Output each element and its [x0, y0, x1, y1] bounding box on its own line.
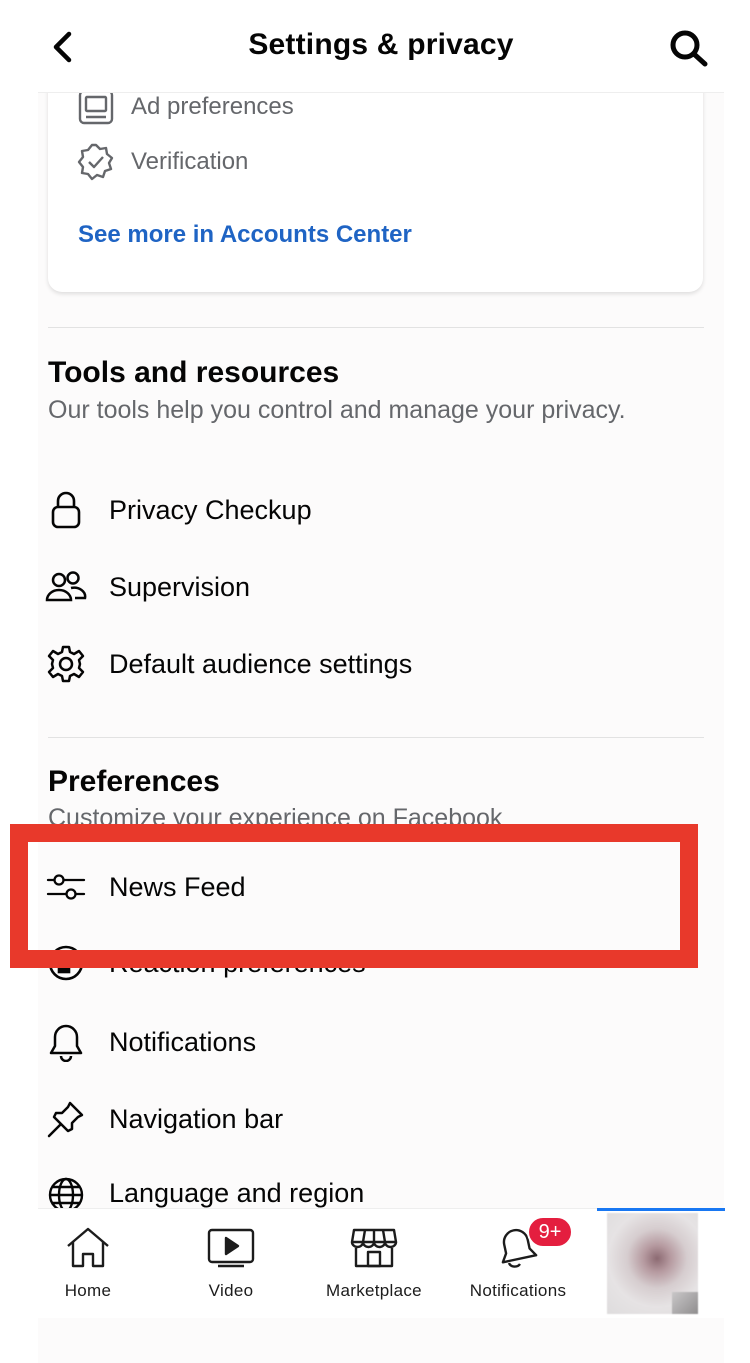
tools-section-subtitle: Our tools help you control and manage yo…	[48, 396, 626, 424]
chevron-left-icon	[48, 31, 78, 70]
section-divider	[48, 327, 704, 328]
menu-item-label: Language and region	[109, 1178, 365, 1208]
menu-item-label: Supervision	[109, 571, 251, 602]
preferences-section-subtitle: Customize your experience on Facebook	[48, 804, 503, 827]
profile-avatar[interactable]	[607, 1213, 698, 1314]
menu-item-news-feed[interactable]: News Feed	[44, 864, 246, 910]
nav-tab-label: Video	[208, 1281, 254, 1300]
active-tab-indicator	[597, 1208, 725, 1211]
menu-item-label: Privacy Checkup	[109, 494, 312, 525]
nav-tab-home[interactable]: Home	[18, 1209, 158, 1319]
nav-tab-label: Notifications	[469, 1281, 567, 1300]
card-item-label: Ad preferences	[131, 93, 294, 120]
pin-icon	[44, 1097, 88, 1141]
lock-icon	[44, 488, 88, 532]
card-item-label: Verification	[131, 148, 249, 175]
menu-item-label: Default audience settings	[109, 648, 413, 679]
menu-item-supervision[interactable]: Supervision	[44, 564, 250, 610]
menu-item-language-region[interactable]: Language and region	[44, 1173, 364, 1208]
accounts-center-link[interactable]: See more in Accounts Center	[78, 221, 412, 249]
bell-icon	[44, 1020, 88, 1064]
menu-item-notifications[interactable]: Notifications	[44, 1019, 256, 1065]
top-bar: Settings & privacy	[38, 0, 724, 93]
card-item-verification[interactable]: Verification	[76, 142, 248, 182]
globe-icon	[44, 1173, 88, 1208]
section-divider	[48, 737, 704, 738]
preferences-section-title: Preferences	[48, 765, 220, 798]
menu-item-reaction-preferences[interactable]: Reaction preferences	[44, 941, 366, 985]
back-button[interactable]	[48, 28, 78, 66]
menu-item-default-audience[interactable]: Default audience settings	[44, 641, 412, 687]
menu-item-label: Navigation bar	[109, 1103, 284, 1134]
people-icon	[44, 565, 88, 609]
page-title: Settings & privacy	[248, 28, 514, 61]
menu-item-privacy-checkup[interactable]: Privacy Checkup	[44, 487, 312, 533]
nav-tab-marketplace[interactable]: Marketplace	[304, 1209, 444, 1319]
marketplace-icon	[349, 1225, 399, 1271]
home-icon	[63, 1225, 113, 1271]
accounts-center-card: Ad preferences Verification See more in …	[48, 80, 703, 292]
tools-section-title: Tools and resources	[48, 356, 340, 389]
card-item-ad-preferences[interactable]: Ad preferences	[76, 87, 294, 127]
nav-tab-video[interactable]: Video	[161, 1209, 301, 1319]
menu-item-navigation-bar[interactable]: Navigation bar	[44, 1096, 283, 1142]
menu-item-label: News Feed	[109, 871, 246, 902]
menu-item-label: Reaction preferences	[109, 947, 366, 978]
nav-tab-label: Home	[64, 1281, 112, 1300]
search-button[interactable]	[668, 28, 710, 68]
gear-icon	[44, 642, 88, 686]
nav-tab-label: Marketplace	[326, 1281, 422, 1300]
reaction-icon	[44, 941, 88, 985]
search-icon	[668, 30, 710, 72]
sliders-icon	[44, 865, 88, 909]
menu-item-label: Notifications	[109, 1026, 257, 1057]
notifications-badge: 9+	[527, 1216, 573, 1248]
video-icon	[206, 1225, 256, 1271]
verification-badge-icon	[76, 142, 116, 182]
ad-preferences-icon	[76, 87, 116, 127]
